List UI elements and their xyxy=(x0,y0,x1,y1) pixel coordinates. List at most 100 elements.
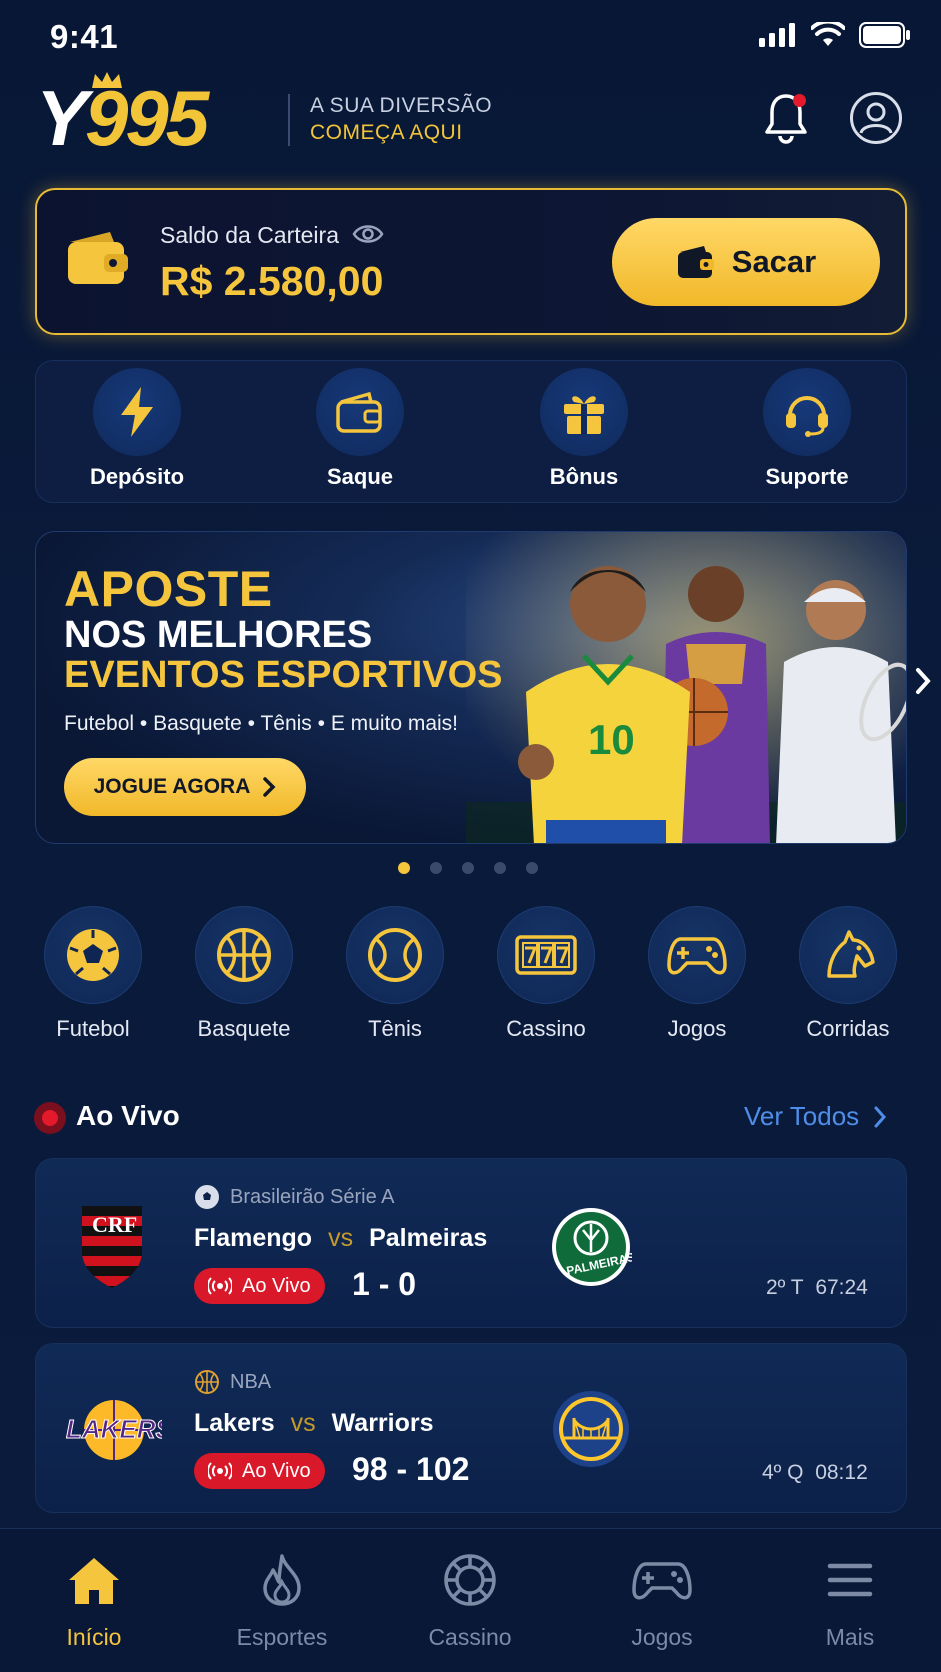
soccer-ball-icon xyxy=(195,1185,219,1209)
athletes-illustration: 10 xyxy=(466,532,906,843)
broadcast-icon xyxy=(208,1462,232,1480)
signal-icon xyxy=(759,23,795,47)
wallet-icon xyxy=(677,246,714,278)
see-all-label: Ver Todos xyxy=(744,1101,860,1131)
quick-action-bonus[interactable]: Bônus xyxy=(494,368,674,490)
match-teams: Lakers vs Warriors xyxy=(194,1409,434,1438)
league-name: Brasileirão Série A xyxy=(230,1185,395,1208)
basketball-icon xyxy=(217,928,271,982)
see-all-link[interactable]: Ver Todos xyxy=(744,1101,887,1132)
quick-action-label: Depósito xyxy=(89,464,185,489)
nav-label: Esportes xyxy=(236,1624,328,1650)
gamepad-icon xyxy=(632,1562,692,1600)
banner-title-line3: EVENTOS ESPORTIVOS xyxy=(64,654,503,696)
basketball-icon xyxy=(195,1370,219,1394)
tennis-ball-icon xyxy=(368,928,422,982)
tagline-line2: COMEÇA AQUI xyxy=(310,121,463,144)
live-section-title: Ao Vivo xyxy=(76,1100,180,1131)
match-clock: 4º Q 08:12 xyxy=(762,1461,868,1485)
category-racing[interactable]: Corridas xyxy=(783,906,913,1042)
match-time: 67:24 xyxy=(815,1276,868,1299)
nav-home[interactable]: Início xyxy=(4,1550,184,1651)
nav-label: Jogos xyxy=(631,1624,693,1650)
nav-label: Mais xyxy=(825,1624,875,1650)
live-badge-label: Ao Vivo xyxy=(242,1459,311,1482)
palmeiras-crest-icon: PALMEIRAS xyxy=(552,1208,632,1286)
tagline-line1: A SUA DIVERSÃO xyxy=(310,94,493,117)
quick-action-label: Suporte xyxy=(765,464,849,489)
category-basketball[interactable]: Basquete xyxy=(179,906,309,1042)
vs-label: vs xyxy=(328,1224,354,1252)
carousel-dot[interactable] xyxy=(494,862,506,874)
match-time: 08:12 xyxy=(815,1461,868,1484)
wifi-icon xyxy=(811,22,845,46)
play-now-button[interactable]: JOGUE AGORA xyxy=(64,758,306,816)
chevron-right-icon xyxy=(263,777,276,797)
away-team: Palmeiras xyxy=(369,1224,488,1252)
profile-button[interactable] xyxy=(850,92,902,144)
category-casino[interactable]: Cassino xyxy=(481,906,611,1042)
match-period: 2º T xyxy=(766,1276,804,1299)
match-card[interactable] xyxy=(35,1343,907,1513)
brand-logo[interactable]: Y995 xyxy=(36,70,276,158)
headset-icon xyxy=(786,396,828,437)
lightning-icon xyxy=(121,387,153,437)
flame-icon xyxy=(263,1554,301,1606)
nav-label: Início xyxy=(66,1624,122,1650)
logo-letter: Y xyxy=(36,74,88,162)
banner-subtitle: Futebol • Basquete • Tênis • E muito mai… xyxy=(64,712,459,735)
user-icon xyxy=(859,102,893,134)
banner-title-line2: NOS MELHORES xyxy=(64,614,373,656)
quick-action-withdraw[interactable]: Saque xyxy=(270,368,450,490)
wallet-icon xyxy=(68,232,128,284)
away-team: Warriors xyxy=(331,1409,434,1437)
quick-action-support[interactable]: Suporte xyxy=(717,368,897,490)
soccer-ball-icon xyxy=(67,929,119,981)
wallet-balance: R$ 2.580,00 xyxy=(160,258,384,304)
status-icons xyxy=(759,22,911,48)
category-label: Tênis xyxy=(368,1016,422,1041)
gift-icon xyxy=(564,396,604,434)
banner-next-icon[interactable] xyxy=(914,664,934,698)
nav-games[interactable]: Jogos xyxy=(572,1550,752,1651)
warriors-logo-icon xyxy=(553,1391,629,1467)
category-soccer[interactable]: Futebol xyxy=(28,906,158,1042)
live-badge: Ao Vivo xyxy=(194,1268,325,1304)
carousel-dot[interactable] xyxy=(430,862,442,874)
league-label: Brasileirão Série A xyxy=(194,1184,395,1210)
carousel-dot-active[interactable] xyxy=(398,862,410,874)
home-team: Lakers xyxy=(194,1409,275,1437)
svg-text:10: 10 xyxy=(588,716,635,763)
notifications-button[interactable] xyxy=(762,92,810,144)
wallet-icon xyxy=(336,391,382,433)
chevron-right-icon xyxy=(874,1106,887,1127)
lakers-logo-icon: LAKERS xyxy=(66,1400,162,1460)
live-indicator-icon xyxy=(34,1102,66,1134)
nav-casino[interactable]: Cassino xyxy=(380,1550,560,1651)
battery-icon xyxy=(859,22,910,48)
live-badge-label: Ao Vivo xyxy=(242,1274,311,1297)
gamepad-icon xyxy=(667,937,727,975)
withdraw-button[interactable]: Sacar xyxy=(612,218,880,306)
carousel-dot[interactable] xyxy=(526,862,538,874)
slot-777-icon xyxy=(515,935,577,975)
league-name: NBA xyxy=(230,1370,272,1393)
eye-icon[interactable] xyxy=(352,222,384,246)
home-team: Flamengo xyxy=(194,1224,313,1252)
category-tennis[interactable]: Tênis xyxy=(330,906,460,1042)
wallet-label: Saldo da Carteira xyxy=(160,222,339,248)
horse-icon xyxy=(827,930,875,978)
category-label: Basquete xyxy=(197,1016,291,1041)
flamengo-crest-icon: CRF xyxy=(82,1206,142,1288)
nav-sports[interactable]: Esportes xyxy=(192,1550,372,1651)
nav-label: Cassino xyxy=(428,1624,512,1650)
category-games[interactable]: Jogos xyxy=(632,906,762,1042)
category-label: Futebol xyxy=(56,1016,130,1041)
quick-action-deposit[interactable]: Depósito xyxy=(47,368,227,490)
carousel-dot[interactable] xyxy=(462,862,474,874)
match-teams: Flamengo vs Palmeiras xyxy=(194,1224,487,1253)
quick-action-label: Bônus xyxy=(549,464,619,489)
match-score: 98 - 102 xyxy=(352,1451,470,1487)
home-icon xyxy=(69,1558,119,1604)
nav-more[interactable]: Mais xyxy=(760,1550,940,1651)
